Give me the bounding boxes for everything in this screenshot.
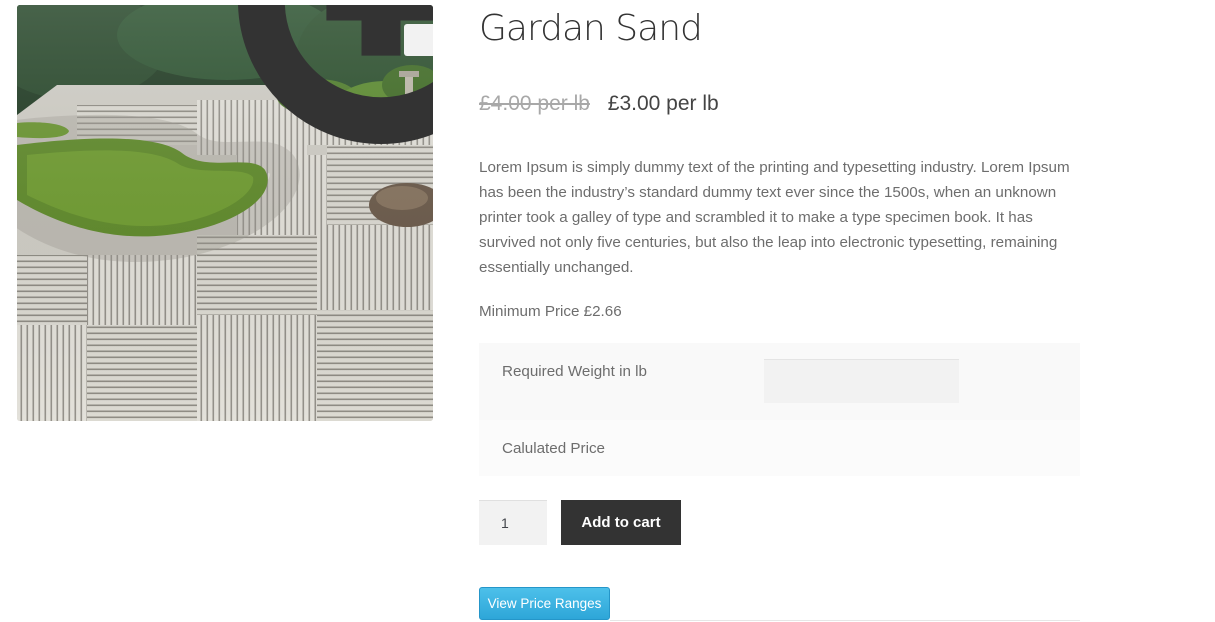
product-image[interactable] — [17, 5, 433, 421]
weight-input[interactable] — [764, 359, 959, 403]
minimum-price: Minimum Price £2.66 — [479, 303, 622, 320]
calculated-price-label: Calulated Price — [502, 440, 605, 457]
regular-price: £4.00 per lb — [479, 92, 590, 115]
divider — [610, 620, 1080, 621]
product-title: Gardan Sand — [479, 8, 703, 49]
add-to-cart-button[interactable]: Add to cart — [561, 500, 681, 545]
view-price-ranges-button[interactable]: View Price Ranges — [479, 587, 610, 620]
sale-price: £3.00 per lb — [607, 92, 719, 115]
calculated-price-row: Calulated Price — [479, 420, 1080, 476]
price: £4.00 per lb £3.00 per lb — [479, 92, 719, 116]
product-description: Lorem Ipsum is simply dummy text of the … — [479, 159, 1070, 276]
quantity-input[interactable] — [479, 500, 547, 545]
zoom-button[interactable] — [238, 5, 433, 144]
product-page: Gardan Sand £4.00 per lb £3.00 per lb Lo… — [0, 0, 1215, 622]
weight-row: Required Weight in lb — [479, 343, 1080, 420]
price-calculator: Required Weight in lb Calulated Price — [479, 343, 1080, 476]
magnifier-plus-icon — [212, 5, 433, 248]
weight-label: Required Weight in lb — [502, 363, 647, 380]
